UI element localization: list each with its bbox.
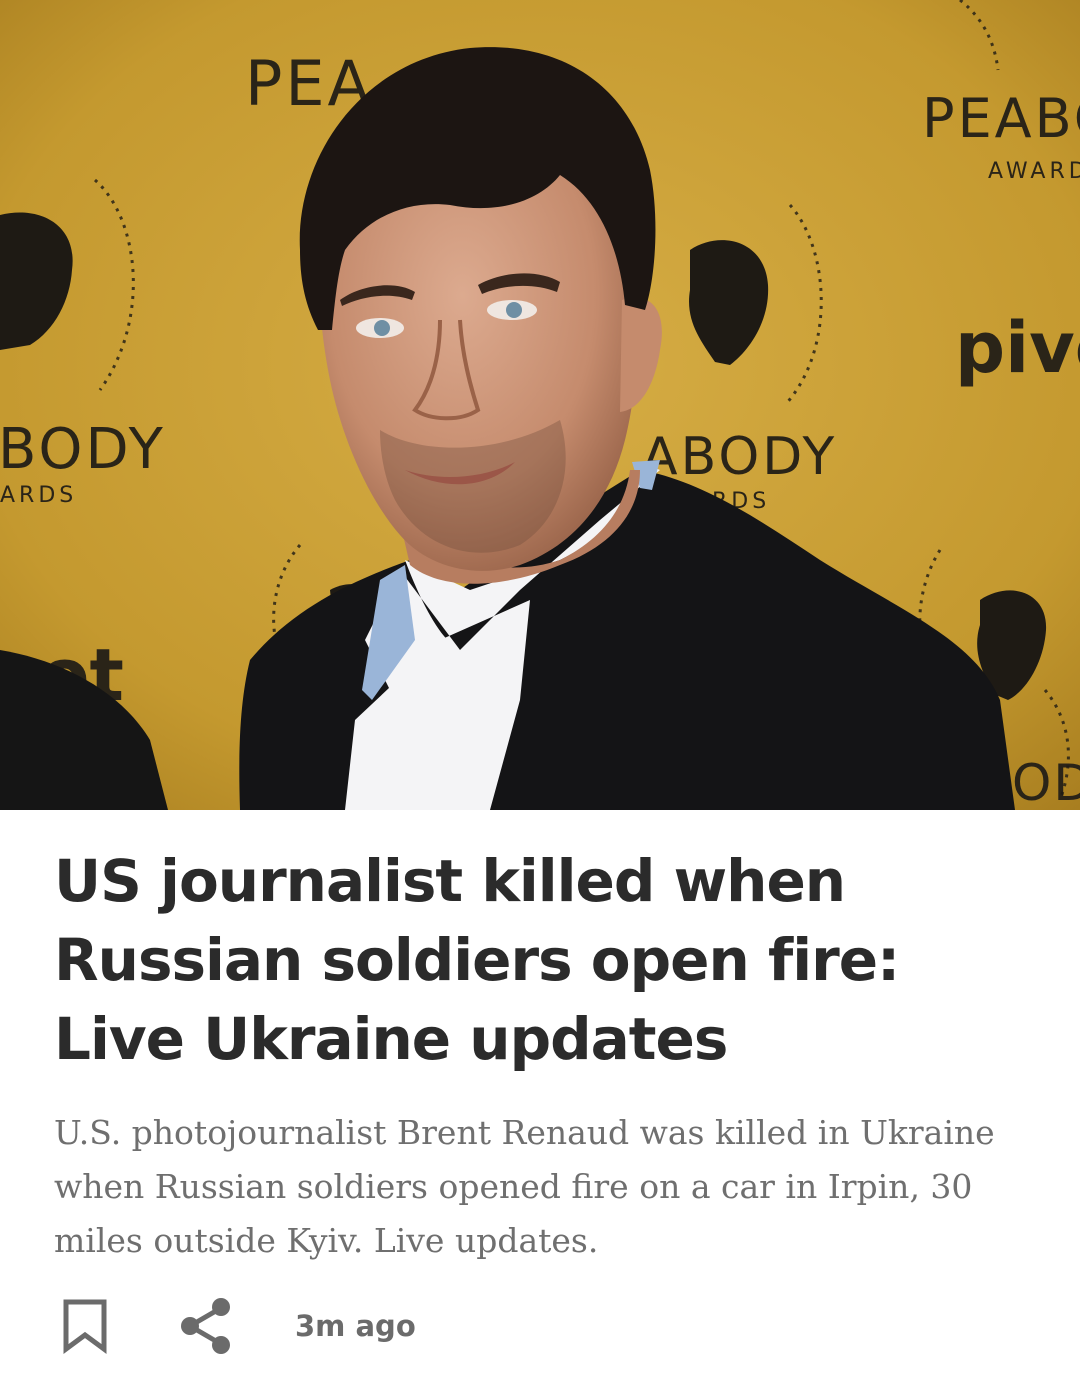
subject-iris-left [374, 320, 390, 336]
share-button[interactable] [179, 1297, 233, 1355]
article-card[interactable]: PEA PEABC AWARD BODY ARDS ABODY RDS pivc… [0, 0, 1080, 1396]
backdrop-word: pivc [955, 307, 1080, 389]
bookmark-button[interactable] [62, 1298, 108, 1354]
article-actions: 3m ago [54, 1295, 954, 1359]
bookmark-icon [63, 1299, 107, 1354]
article-headline[interactable]: US journalist killed when Russian soldie… [54, 842, 1034, 1079]
backdrop-word: OD [1012, 754, 1080, 810]
article-timestamp: 3m ago [295, 1309, 416, 1343]
backdrop-word: ARDS [0, 483, 77, 508]
backdrop-word: AWARD [988, 159, 1080, 184]
subject-iris-right [506, 302, 522, 318]
share-icon [181, 1298, 230, 1354]
article-summary: U.S. photojournalist Brent Renaud was ki… [54, 1113, 995, 1260]
backdrop-word: BODY [0, 417, 166, 482]
article-image[interactable]: PEA PEABC AWARD BODY ARDS ABODY RDS pivc… [0, 0, 1080, 810]
backdrop-word: PEABC [922, 87, 1080, 150]
